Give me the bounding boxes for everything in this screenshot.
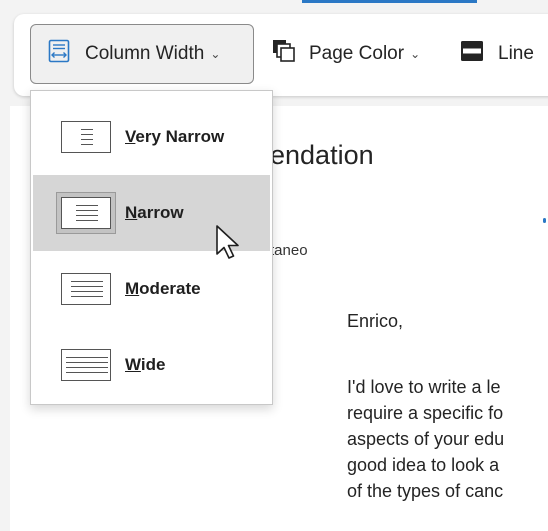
- mouse-pointer-icon: [216, 225, 239, 259]
- column-width-icon: [47, 39, 71, 69]
- immersive-reader-view: endation taneo Enrico, I'd love to write…: [0, 0, 548, 531]
- document-subline: taneo: [270, 242, 308, 259]
- active-tab-indicator: [302, 0, 477, 3]
- menu-item-label: Wide: [125, 355, 166, 374]
- line-focus-icon: [460, 40, 484, 68]
- chevron-down-icon: ⌄: [210, 47, 221, 61]
- line-focus-button[interactable]: Line: [458, 24, 548, 84]
- wide-column-icon: [61, 349, 111, 381]
- page-color-label: Page Color: [309, 43, 405, 64]
- blue-mark: [543, 218, 546, 223]
- menu-item-label: Moderate: [125, 279, 201, 298]
- chevron-down-icon: ⌄: [410, 47, 421, 61]
- menu-item-wide[interactable]: Wide: [33, 327, 270, 403]
- narrow-column-icon: [61, 197, 111, 229]
- body-line: aspects of your edu: [347, 429, 505, 449]
- line-focus-label: Line: [498, 43, 534, 64]
- moderate-column-icon: [61, 273, 111, 305]
- body-line: require a specific fo: [347, 403, 504, 423]
- document-salutation: Enrico,: [347, 311, 404, 331]
- body-line: I'd love to write a le: [347, 377, 501, 397]
- menu-item-very-narrow[interactable]: Very Narrow: [33, 99, 270, 175]
- page-color-button[interactable]: Page Color ⌄: [269, 24, 459, 84]
- reader-toolbar: Column Width ⌄ Page Color ⌄ Line: [14, 14, 548, 96]
- document-heading: endation: [270, 140, 374, 170]
- menu-item-label: Very Narrow: [125, 127, 225, 146]
- column-width-button[interactable]: Column Width ⌄: [30, 24, 254, 84]
- body-line: good idea to look a: [347, 455, 500, 475]
- menu-item-label: Narrow: [125, 203, 184, 222]
- page-color-icon: [271, 38, 297, 70]
- document-body: I'd love to write a le require a specifi…: [347, 374, 504, 504]
- body-line: of the types of canc: [347, 481, 504, 501]
- column-width-label: Column Width: [85, 43, 205, 64]
- very-narrow-column-icon: [61, 121, 111, 153]
